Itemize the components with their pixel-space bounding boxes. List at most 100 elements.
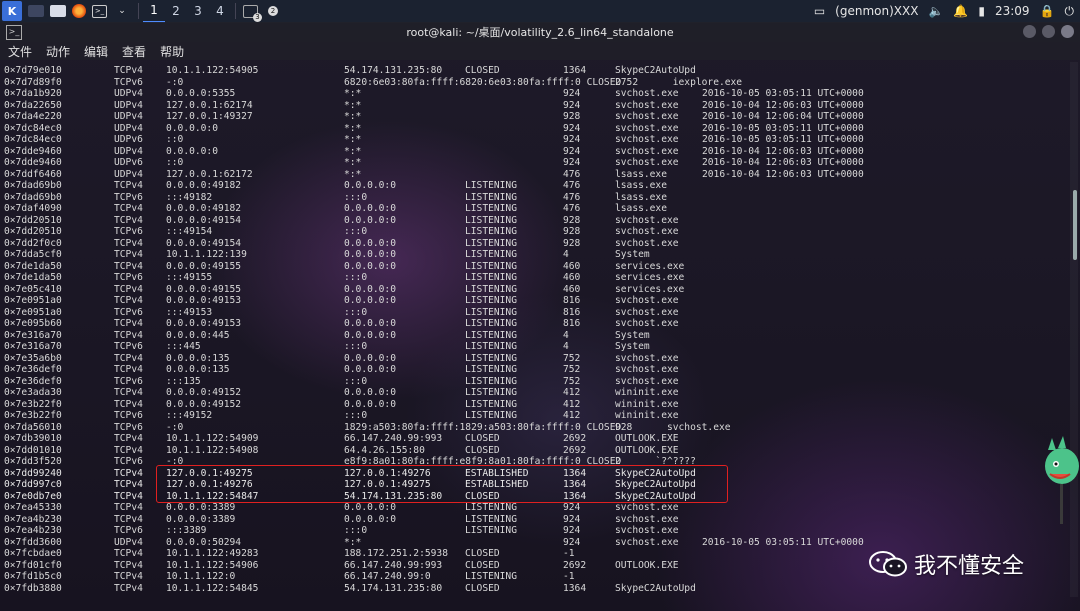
highlight-annotation-box — [156, 465, 728, 503]
lock-icon[interactable]: 🔒 — [1040, 4, 1055, 18]
terminal-cell: 0×7fdd3600 — [4, 536, 62, 548]
menu-help[interactable]: 帮助 — [160, 43, 184, 60]
terminal-line: 0×7ea4b230 TCPv6:::3389:::0 LISTENING 924 sv… — [0, 525, 1068, 537]
terminal-cell: 412 — [563, 410, 581, 421]
workspace-2[interactable]: 2 — [165, 0, 187, 22]
dinosaur-mascot-icon — [1045, 436, 1079, 524]
terminal-cell: svchost.exe — [615, 502, 679, 513]
volume-icon[interactable]: 🔈 — [928, 4, 943, 18]
chevron-down-icon[interactable]: ⌄ — [113, 2, 131, 20]
terminal-cell: *:* — [344, 134, 362, 145]
terminal-cell: LISTENING — [465, 306, 517, 318]
workspace-1[interactable]: 1 — [143, 0, 165, 23]
terminal-cell: 460 — [563, 272, 581, 283]
terminal-cell: TCPv4 — [114, 329, 143, 341]
task-dot-icon[interactable]: 2 — [264, 2, 282, 20]
window-title: root@kali: ~/桌面/volatility_2.6_lin64_sta… — [406, 26, 674, 39]
terminal-cell: svchost.exe — [615, 295, 679, 306]
terminal-cell: 10.1.1.122:0 — [166, 571, 236, 582]
menu-action[interactable]: 动作 — [46, 43, 70, 60]
menu-file[interactable]: 文件 — [8, 43, 32, 60]
show-desktop-icon[interactable] — [28, 5, 44, 17]
terminal-cell: LISTENING — [465, 513, 517, 525]
taskbar: K >_ ⌄ 1 2 3 4 3 2 ▭ (genmon)XXX 🔈 🔔 ▮ 2… — [0, 0, 1080, 23]
power-icon[interactable]: ⏻ — [1065, 4, 1075, 19]
notification-bell-icon[interactable]: 🔔 — [953, 4, 968, 18]
genmon-user[interactable]: (genmon)XXX — [835, 4, 918, 18]
notif-badge: 2 — [268, 6, 278, 16]
terminal-cell: System — [615, 329, 650, 341]
terminal-cell: *:* — [344, 88, 362, 99]
terminal-cell: 10.1.1.122:54909 — [166, 433, 259, 444]
workspace-3[interactable]: 3 — [187, 0, 209, 22]
terminal-cell: UDPv6 — [114, 157, 143, 168]
terminal-cell: 10.1.1.122:54845 — [166, 582, 259, 594]
terminal-cell: 127.0.0.1:62174 — [166, 99, 253, 111]
terminal-cell: CLOSED — [465, 444, 500, 456]
file-manager-icon[interactable] — [50, 5, 66, 17]
terminal-line: 0×7d7d89f0 TCPv6 -:0 6820:6e03:80fa:ffff:68… — [0, 77, 1068, 89]
kali-menu-icon[interactable]: K — [2, 1, 22, 21]
terminal-cell: System — [615, 249, 650, 260]
terminal-cell: 460 — [563, 283, 581, 295]
wechat-logo-icon — [869, 551, 907, 577]
terminal-cell: LISTENING — [465, 525, 517, 536]
terminal-cell: TCPv4 — [114, 237, 143, 249]
menu-view[interactable]: 查看 — [122, 43, 146, 60]
terminal-cell: :::135 — [166, 375, 201, 387]
monitor-icon[interactable]: ▭ — [814, 4, 825, 18]
terminal-cell: 0.0.0.0:0 — [344, 318, 396, 329]
terminal-cell: 0.0.0.0:49155 — [166, 283, 242, 295]
terminal-line: 0×7de1da50 TCPv6:::49155:::0 LISTENING 460 s… — [0, 272, 1068, 284]
terminal-cell: services.exe — [615, 283, 685, 295]
terminal-cell: 460 — [563, 260, 581, 272]
terminal-cell: UDPv4 — [114, 536, 143, 548]
terminal-cell: :::49182 — [166, 191, 213, 203]
terminal-cell: 0.0.0.0:3389 — [166, 513, 236, 525]
close-button[interactable] — [1061, 25, 1074, 38]
terminal-cell: LISTENING — [465, 341, 517, 352]
terminal-cell: svchost.exe — [615, 145, 679, 157]
terminal-line: 0×7e3ada30 TCPv4 0.0.0.0:49152 0.0.0.0:0 LIS… — [0, 387, 1068, 399]
maximize-button[interactable] — [1042, 25, 1055, 38]
terminal-cell: ::0 — [166, 134, 184, 145]
terminal-cell: 0×7dd997c0 — [4, 479, 62, 490]
terminal-cell: 0.0.0.0:0 — [344, 203, 396, 214]
terminal-cell: SkypeC2AutoUpd — [615, 65, 696, 76]
terminal-cell: 0.0.0.0:0 — [344, 249, 396, 260]
terminal-cell: 4 — [563, 249, 569, 260]
terminal-cell: 0×7e35a6b0 — [4, 352, 62, 364]
terminal-cell: svchost.exe — [615, 352, 679, 364]
terminal-cell: 0×7dc84ec0 — [4, 122, 62, 134]
terminal-cell: 0×7fcbdae0 — [4, 548, 62, 559]
minimize-button[interactable] — [1023, 25, 1036, 38]
terminal-cell: TCPv4 — [114, 571, 143, 582]
terminal-cell: 924 — [563, 502, 581, 513]
terminal-icon[interactable]: >_ — [92, 4, 107, 18]
terminal-line: 0×7dd20510 TCPv4 0.0.0.0:49154 0.0.0.0:0 LIS… — [0, 215, 1068, 227]
firefox-icon[interactable] — [72, 4, 86, 18]
terminal-cell: 10.1.1.122:139 — [166, 249, 247, 260]
terminal-cell: 0×7e0951a0 — [4, 295, 62, 306]
terminal-cell: svchost.exe — [615, 214, 679, 226]
terminal-output[interactable]: 0×7d79e010 TCPv4 10.1.1.122:54905 54.174.13… — [0, 62, 1068, 611]
clock[interactable]: 23:09 — [995, 4, 1030, 18]
terminal-cell: System — [615, 341, 650, 352]
workspace-4[interactable]: 4 — [209, 0, 231, 22]
terminal-cell: TCPv4 — [114, 502, 143, 513]
terminal-cell: 0×7ea4b230 — [4, 513, 62, 525]
terminal-cell: 0×7da4e220 — [4, 111, 62, 122]
terminal-cell: LISTENING — [465, 295, 517, 306]
battery-icon[interactable]: ▮ — [978, 4, 985, 18]
terminal-cell: TCPv6 — [114, 76, 143, 88]
window-titlebar[interactable]: >_ root@kali: ~/桌面/volatility_2.6_lin64_… — [0, 22, 1080, 42]
terminal-cell: 4 — [563, 329, 569, 341]
terminal-cell: :::3389 — [166, 525, 207, 536]
menu-edit[interactable]: 编辑 — [84, 43, 108, 60]
scrollbar-thumb[interactable] — [1073, 190, 1077, 260]
window-task-icon[interactable]: 3 — [243, 4, 262, 22]
terminal-cell: 0×7d79e010 — [4, 65, 62, 76]
terminal-line: 0×7e35a6b0 TCPv4 0.0.0.0:135 0.0.0.0:0 LISTE… — [0, 353, 1068, 365]
terminal-cell: 0.0.0.0:49182 — [166, 203, 242, 214]
terminal-cell: :::0 — [344, 306, 368, 318]
